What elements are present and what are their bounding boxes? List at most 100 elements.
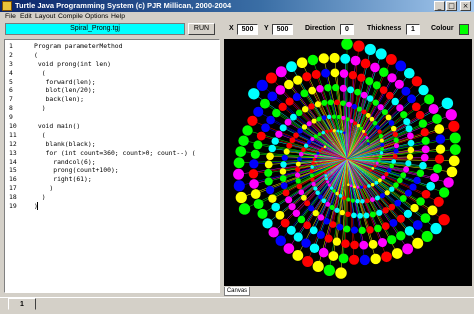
prong-blot — [343, 225, 351, 233]
prong-blot — [387, 73, 397, 83]
prong-blot — [341, 39, 353, 50]
prong-blot — [341, 115, 346, 120]
maximize-button[interactable]: □ — [446, 1, 457, 11]
colour-swatch[interactable] — [459, 24, 469, 35]
prong-blot — [448, 120, 460, 132]
prong-blot — [309, 169, 314, 173]
turtle-canvas[interactable] — [224, 39, 472, 286]
prong-blot — [257, 208, 268, 219]
prong-blot — [369, 211, 376, 218]
prong-blot — [356, 185, 360, 189]
code-text: ( — [34, 68, 46, 77]
prong-blot — [379, 151, 384, 155]
line-number: 15 — [9, 166, 17, 175]
prong-blot — [394, 199, 402, 207]
prong-blot — [370, 62, 380, 73]
menu-help[interactable]: Help — [111, 12, 125, 22]
prong-blot — [318, 194, 323, 200]
menu-edit[interactable]: Edit — [20, 12, 32, 22]
menu-compile[interactable]: Compile — [58, 12, 83, 22]
run-button[interactable]: RUN — [188, 23, 215, 35]
title-bar[interactable]: Turtle Java Programming System (c) PJR M… — [0, 0, 474, 12]
prong-blot — [426, 181, 436, 191]
direction-field[interactable]: 0 — [340, 24, 354, 35]
prong-blot — [342, 131, 346, 134]
prong-blot — [366, 226, 374, 234]
line-number: 7 — [9, 95, 13, 104]
x-field[interactable]: 500 — [237, 24, 258, 35]
prong-blot — [324, 174, 328, 177]
prong-blot — [293, 75, 303, 85]
prong-blot — [405, 125, 413, 133]
prong-blot — [318, 53, 329, 64]
prong-blot — [395, 60, 407, 72]
code-line: 2( — [5, 50, 219, 60]
code-text: back(len); — [34, 95, 85, 104]
file-name-tab[interactable]: Spiral_Prong.tgj — [5, 23, 185, 35]
code-text: Program parameterMethod — [34, 42, 123, 50]
y-field[interactable]: 500 — [272, 24, 293, 35]
prong-blot — [295, 161, 301, 167]
prong-blot — [404, 189, 412, 197]
prong-blot — [418, 84, 429, 96]
prong-blot — [296, 183, 303, 190]
prong-blot — [346, 101, 352, 108]
prong-blot — [416, 197, 425, 206]
menu-layout[interactable]: Layout — [35, 12, 55, 22]
close-button[interactable]: × — [460, 1, 471, 11]
code-text: prong(count+100); — [34, 166, 119, 175]
prong-blot — [264, 160, 273, 169]
prong-blot — [449, 144, 461, 155]
prong-blot — [292, 209, 301, 218]
line-number: 13 — [9, 148, 17, 157]
menu-options[interactable]: Options — [85, 12, 108, 22]
prong-blot — [283, 243, 295, 254]
prong-blot — [329, 204, 335, 211]
prong-blot — [307, 54, 319, 66]
line-number: 18 — [9, 193, 17, 202]
prong-blot — [381, 222, 390, 230]
turtle-app-icon[interactable] — [2, 1, 12, 11]
prong-blot — [324, 84, 332, 92]
code-text: right(61); — [34, 175, 92, 184]
menu-bar: File Edit Layout Compile Options Help — [0, 12, 474, 22]
prong-blot — [435, 134, 446, 144]
prong-blot — [332, 84, 340, 92]
prong-blot — [393, 148, 399, 154]
prong-blot — [271, 202, 280, 212]
prong-blot — [332, 189, 336, 193]
code-line: 5 forward(len); — [5, 78, 219, 87]
prong-blot — [275, 66, 287, 78]
prong-blot — [365, 77, 374, 86]
code-editor[interactable]: 1 Program parameterMethod 2(3 void prong(i… — [4, 39, 220, 293]
prong-blot — [281, 154, 288, 162]
thickness-field[interactable]: 1 — [406, 24, 420, 35]
prong-blot — [445, 109, 457, 121]
prong-blot — [421, 230, 433, 243]
prong-blot — [399, 194, 407, 202]
prong-blot — [354, 88, 361, 96]
window-title: Turtle Java Programming System (c) PJR M… — [15, 1, 232, 10]
prong-blot — [412, 220, 423, 230]
prong-blot — [302, 72, 312, 82]
line-number: 6 — [9, 86, 13, 95]
line-number: 2 — [9, 50, 13, 59]
prong-blot — [306, 121, 312, 127]
prong-blot — [421, 136, 430, 145]
prong-blot — [396, 104, 404, 112]
prong-blot — [359, 254, 370, 266]
prong-blot — [293, 132, 299, 139]
line-number: 11 — [9, 130, 17, 139]
canvas-tab[interactable]: Canvas — [224, 287, 250, 296]
minimize-button[interactable]: _ — [434, 1, 445, 11]
prong-blot — [372, 81, 381, 90]
prong-blot — [388, 120, 395, 126]
page-tab-1[interactable]: 1 — [8, 298, 36, 310]
prong-blot — [407, 94, 416, 104]
prong-blot — [347, 183, 350, 187]
menu-file[interactable]: File — [5, 12, 16, 22]
prong-blot — [309, 243, 320, 254]
prong-blot — [401, 86, 411, 96]
prong-blot — [288, 203, 296, 211]
prong-blot — [336, 223, 344, 231]
